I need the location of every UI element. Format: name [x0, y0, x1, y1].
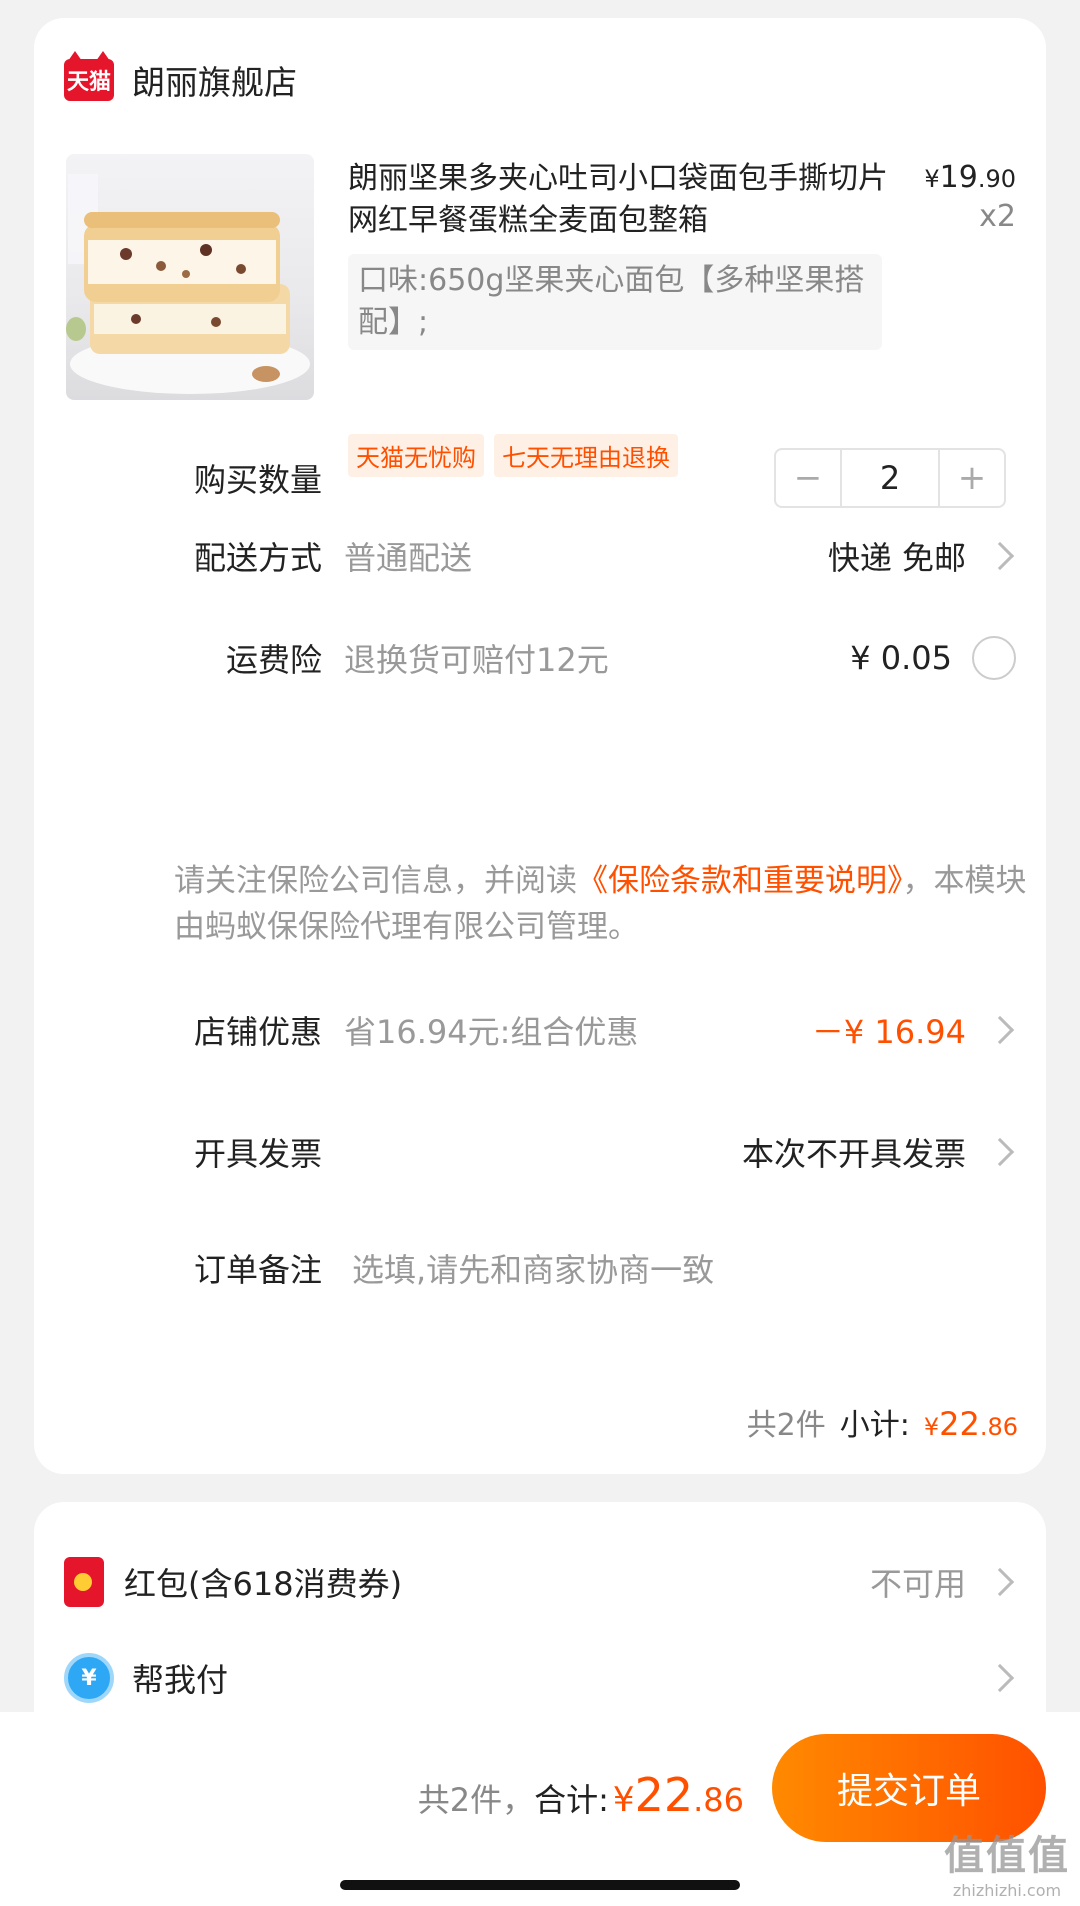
product-price-box: ¥19.90 x2: [924, 160, 1016, 234]
red-packet-icon: [64, 1557, 104, 1607]
shipping-insurance-row: 运费险 退换货可赔付12元 ¥ 0.05: [34, 628, 1046, 688]
store-discount-value: －¥ 16.94: [811, 1013, 966, 1051]
store-discount-label: 店铺优惠: [193, 1013, 322, 1051]
store-discount-row[interactable]: 店铺优惠 省16.94元:组合优惠 －¥ 16.94: [34, 1000, 1046, 1060]
chevron-right-icon: [985, 1137, 1015, 1167]
product-quantity: x2: [979, 199, 1016, 234]
help-pay-label: 帮我付: [132, 1661, 229, 1699]
store-name[interactable]: 朗丽旗舰店: [132, 56, 297, 104]
total-amount: 22: [634, 1768, 694, 1822]
remark-row: 订单备注 选填,请先和商家协商一致: [34, 1238, 1046, 1298]
bread-image: [66, 174, 310, 394]
quantity-row: 购买数量 − 2 +: [34, 448, 1046, 508]
remark-input[interactable]: 选填,请先和商家协商一致: [352, 1245, 714, 1291]
order-total: 共2件， 合计: ¥22.86: [417, 1768, 744, 1822]
chevron-right-icon: [985, 1663, 1015, 1693]
store-discount-sub: 省16.94元:组合优惠: [344, 1013, 639, 1051]
subtotal: 共2件 小计: ¥22.86: [747, 1400, 1018, 1444]
checkout-bar: 共2件， 合计: ¥22.86 提交订单 值值值 zhizhizhi.com: [0, 1712, 1080, 1906]
invoice-value: 本次不开具发票: [741, 1135, 966, 1173]
red-packet-value: 不可用: [869, 1565, 966, 1603]
total-label: 合计:: [534, 1781, 609, 1819]
store-header[interactable]: 天猫 朗丽旗舰店: [64, 51, 297, 104]
red-packet-label: 红包(含618消费券): [124, 1565, 403, 1603]
quantity-value[interactable]: 2: [840, 450, 940, 506]
insurance-notice: 请关注保险公司信息，并阅读《保险条款和重要说明》，本模块由蚂蚁保保险代理有限公司…: [174, 863, 1027, 945]
help-pay-icon: ¥: [64, 1653, 114, 1703]
red-packet-row[interactable]: 红包(含618消费券) 不可用: [34, 1552, 1046, 1612]
shipping-insurance-price: ¥ 0.05: [850, 639, 952, 677]
chevron-right-icon: [985, 1567, 1015, 1597]
help-pay-row[interactable]: ¥ 帮我付: [34, 1648, 1046, 1708]
watermark: 值值值 zhizhizhi.com: [944, 1833, 1070, 1900]
shipping-insurance-sub: 退换货可赔付12元: [344, 641, 609, 679]
invoice-label: 开具发票: [193, 1135, 322, 1173]
subtotal-count: 共2件: [746, 1408, 826, 1443]
home-indicator[interactable]: [340, 1880, 740, 1890]
product-price: ¥19.90: [924, 160, 1016, 195]
delivery-row[interactable]: 配送方式 普通配送 快递 免邮: [34, 526, 1046, 586]
quantity-plus-button[interactable]: +: [940, 450, 1004, 506]
delivery-sub: 普通配送: [344, 539, 473, 577]
remark-label: 订单备注: [193, 1251, 322, 1289]
chevron-right-icon: [985, 541, 1015, 571]
chevron-right-icon: [985, 1015, 1015, 1045]
total-count: 共2件，: [417, 1781, 535, 1819]
invoice-row[interactable]: 开具发票 本次不开具发票: [34, 1122, 1046, 1182]
product-title[interactable]: 朗丽坚果多夹心吐司小口袋面包手撕切片网红早餐蛋糕全麦面包整箱: [348, 158, 888, 242]
quantity-minus-button[interactable]: −: [776, 450, 840, 506]
tmall-logo: 天猫: [64, 51, 114, 101]
delivery-label: 配送方式: [193, 539, 322, 577]
product-sku[interactable]: 口味:650g坚果夹心面包【多种坚果搭配】;: [348, 254, 882, 350]
insurance-terms-link[interactable]: 《保险条款和重要说明》: [577, 863, 903, 899]
product-image[interactable]: [66, 154, 314, 400]
subtotal-amount: ¥22.86: [923, 1405, 1018, 1443]
shipping-insurance-radio[interactable]: [972, 636, 1016, 680]
quantity-label: 购买数量: [193, 461, 322, 499]
shipping-insurance-label: 运费险: [225, 641, 322, 679]
store-order-card: 天猫 朗丽旗舰店 朗丽坚果多夹心吐司小口袋面包手撕切片网红早餐蛋糕全麦面包整箱: [34, 18, 1046, 1474]
subtotal-label: 小计:: [839, 1408, 910, 1443]
delivery-value: 快递 免邮: [827, 539, 966, 577]
quantity-stepper[interactable]: − 2 +: [774, 448, 1006, 508]
